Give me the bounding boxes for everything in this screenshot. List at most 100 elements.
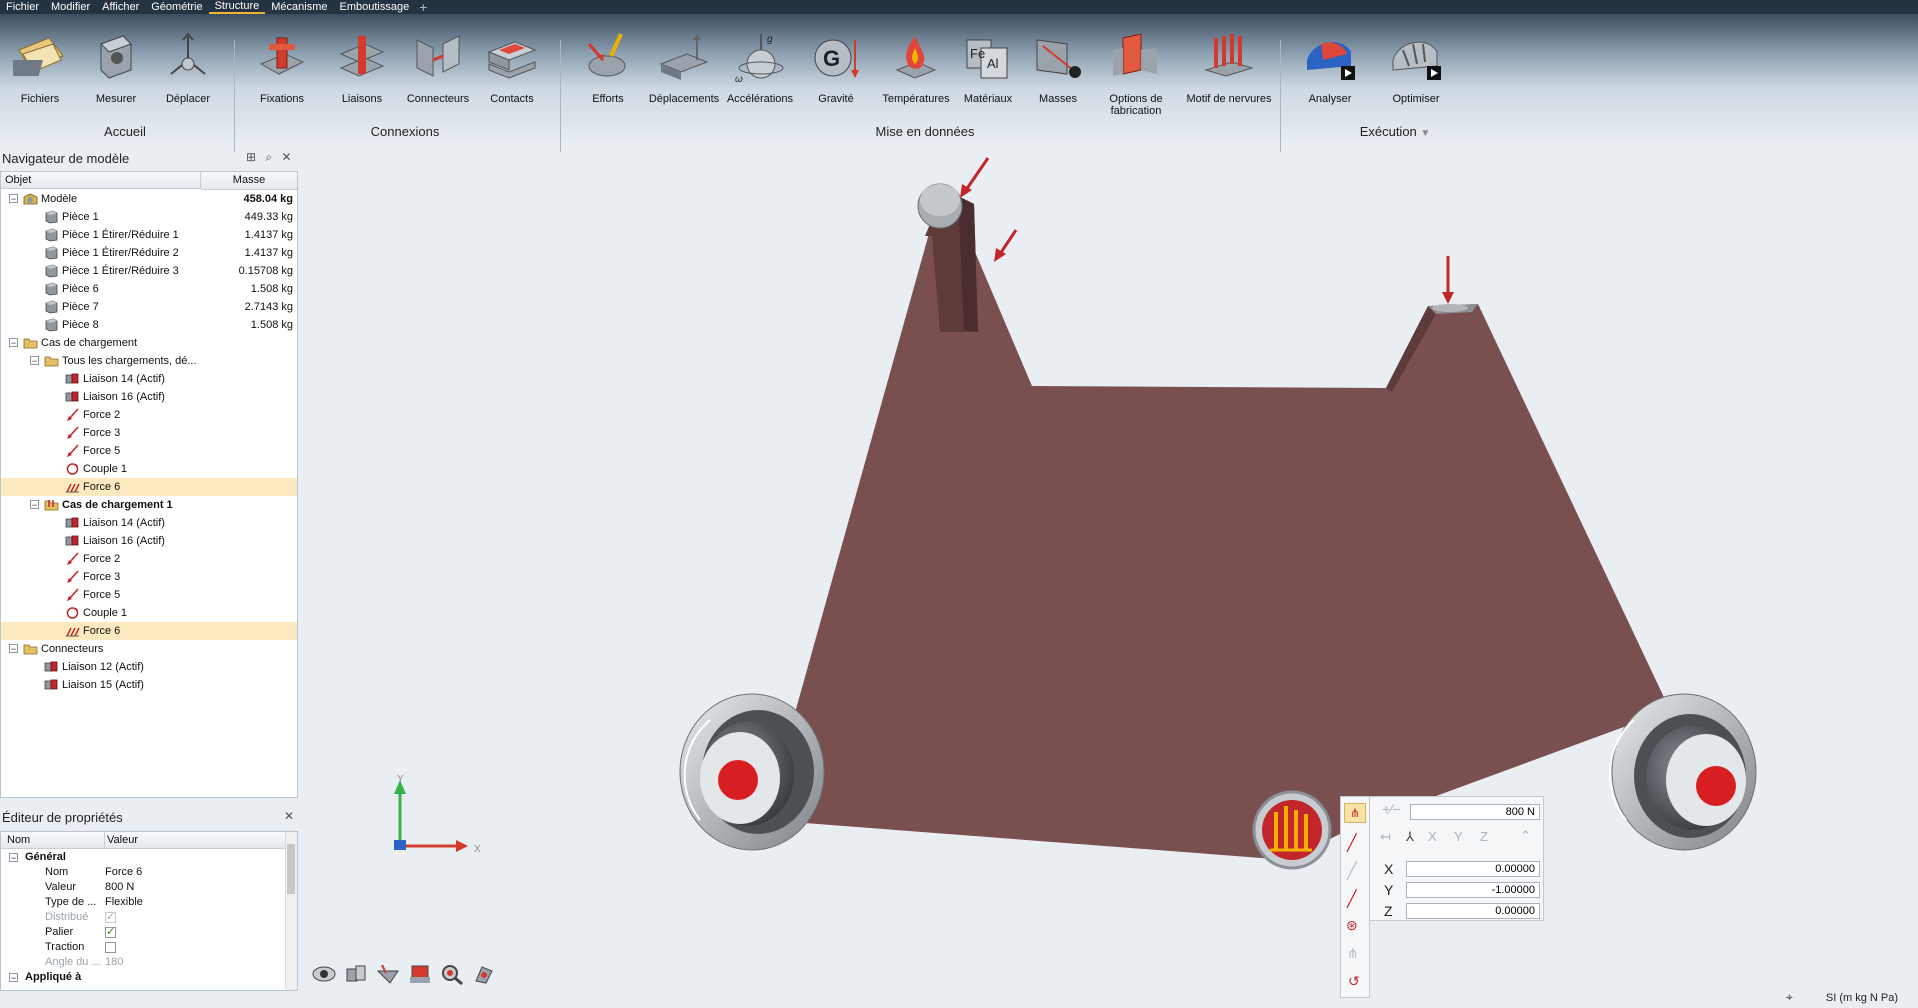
force-arrow[interactable] xyxy=(960,157,990,198)
collapse-icon[interactable]: − xyxy=(9,853,18,863)
joints-button[interactable]: Liaisons xyxy=(326,30,398,130)
tree-row[interactable]: Force 5 xyxy=(1,586,297,604)
tree-row[interactable]: Pièce 1 449.33 kg xyxy=(1,208,297,226)
analyze-button[interactable]: Analyser xyxy=(1294,30,1366,130)
pressure-icon[interactable]: ⋔ xyxy=(1347,945,1359,962)
menu-item[interactable]: Mécanisme xyxy=(265,1,333,13)
property-value[interactable]: Flexible xyxy=(105,895,143,910)
torque-icon[interactable]: ⊛ xyxy=(1346,917,1358,934)
tree-row[interactable]: Liaison 15 (Actif) xyxy=(1,676,297,694)
tree-row[interactable]: Force 3 xyxy=(1,424,297,442)
tree-row[interactable]: − Cas de chargement 1 xyxy=(1,496,297,514)
triad-icon[interactable]: ⅄ xyxy=(1406,829,1414,845)
masses-button[interactable]: Masses xyxy=(1022,30,1094,130)
property-scrollbar[interactable] xyxy=(285,832,297,990)
property-row[interactable]: Angle du ... 180 xyxy=(1,955,287,970)
plus-minus-icon[interactable]: +∕− xyxy=(1382,801,1401,817)
menu-item[interactable]: Emboutissage xyxy=(333,1,415,13)
tree-row[interactable]: Liaison 14 (Actif) xyxy=(1,514,297,532)
tree-row[interactable]: Pièce 1 Étirer/Réduire 2 1.4137 kg xyxy=(1,244,297,262)
tree-row[interactable]: Liaison 16 (Actif) xyxy=(1,388,297,406)
property-row[interactable]: Type de ... Flexible xyxy=(1,895,287,910)
materials-button[interactable]: Fe Al Matériaux xyxy=(952,30,1024,130)
parts-visibility-icon[interactable] xyxy=(344,963,368,985)
collapse-icon[interactable]: − xyxy=(9,194,18,204)
menu-item[interactable]: Structure xyxy=(208,0,266,14)
checkbox[interactable] xyxy=(105,941,116,953)
tree-row[interactable]: − Cas de chargement xyxy=(1,334,297,352)
force-arrow[interactable] xyxy=(1442,256,1454,304)
accelerations-button[interactable]: g ω Accélérations xyxy=(724,30,796,130)
menu-item[interactable]: Modifier xyxy=(45,1,96,13)
displacements-button[interactable]: Déplacements xyxy=(648,30,720,130)
fixations-button[interactable]: Fixations xyxy=(246,30,318,130)
optimize-button[interactable]: Optimiser xyxy=(1380,30,1452,130)
y-component-input[interactable] xyxy=(1406,882,1540,898)
tree-row[interactable]: Liaison 12 (Actif) xyxy=(1,658,297,676)
checkbox[interactable] xyxy=(105,910,116,925)
move-button[interactable]: Déplacer xyxy=(152,30,224,130)
section-applied[interactable]: − Appliqué à xyxy=(1,970,287,985)
rib-pattern-button[interactable]: Motif de nervures xyxy=(1186,30,1272,130)
force-icon[interactable]: ╱ xyxy=(1347,833,1357,853)
tree-row[interactable]: Couple 1 xyxy=(1,460,297,478)
force-disabled-icon[interactable]: ╱ xyxy=(1347,861,1357,881)
distributed-force-glyph[interactable] xyxy=(1252,790,1332,870)
temperatures-button[interactable]: Températures xyxy=(880,30,952,130)
property-value[interactable]: Force 6 xyxy=(105,865,142,880)
column-header-mass[interactable]: Masse xyxy=(201,172,297,190)
collapse-icon[interactable]: − xyxy=(9,338,18,348)
section-view-icon[interactable] xyxy=(408,963,432,985)
scrollbar-thumb[interactable] xyxy=(287,844,295,894)
tree-row[interactable]: − Tous les chargements, dé... xyxy=(1,352,297,370)
tree-row[interactable]: Pièce 1 Étirer/Réduire 1 1.4137 kg xyxy=(1,226,297,244)
viewport-3d[interactable]: Y X xyxy=(300,146,1918,1008)
tree-row[interactable]: Liaison 14 (Actif) xyxy=(1,370,297,388)
pin-icon[interactable]: ⊞ xyxy=(246,150,256,164)
left-support-wheel[interactable] xyxy=(679,693,825,851)
tree-row[interactable]: − Connecteurs xyxy=(1,640,297,658)
tree-row[interactable]: Pièce 6 1.508 kg xyxy=(1,280,297,298)
collapse-icon[interactable]: − xyxy=(9,644,18,654)
distributed-force-type-icon[interactable]: ⋔ xyxy=(1344,803,1366,823)
property-value[interactable]: 180 xyxy=(105,955,123,970)
property-row[interactable]: Valeur 800 N xyxy=(1,880,287,895)
column-header-value[interactable]: Valeur xyxy=(105,832,287,849)
frame-part[interactable] xyxy=(765,212,1670,860)
tree-row[interactable]: Force 2 xyxy=(1,550,297,568)
collapse-icon[interactable]: − xyxy=(30,356,39,366)
gravity-button[interactable]: G Gravité xyxy=(800,30,872,130)
property-row[interactable]: Traction xyxy=(1,940,287,955)
tree-row[interactable]: Pièce 7 2.7143 kg xyxy=(1,298,297,316)
close-icon[interactable]: ✕ xyxy=(281,150,291,164)
collapse-up-icon[interactable]: ⌃ xyxy=(1520,828,1531,844)
tree-row[interactable]: Force 5 xyxy=(1,442,297,460)
axis-z-button[interactable]: Z xyxy=(1480,829,1488,844)
view-orientation-icon[interactable] xyxy=(472,963,496,985)
loads-visibility-icon[interactable] xyxy=(376,963,400,985)
property-value[interactable]: 800 N xyxy=(105,880,134,895)
menu-item[interactable]: Fichier xyxy=(0,1,45,13)
axis-x-button[interactable]: X xyxy=(1428,829,1437,844)
units-selector[interactable]: SI (m kg N Pa) xyxy=(1826,992,1898,1004)
section-general[interactable]: − Général xyxy=(1,850,287,865)
contacts-button[interactable]: Contacts xyxy=(476,30,548,130)
x-component-input[interactable] xyxy=(1406,861,1540,877)
tree-row[interactable]: Force 6 xyxy=(1,478,297,496)
crosshair-icon[interactable]: ⌖ xyxy=(1786,990,1793,1005)
eye-icon[interactable] xyxy=(312,963,336,985)
force-direction-icon[interactable]: ╱ xyxy=(1347,889,1357,909)
tree-row[interactable]: Pièce 8 1.508 kg xyxy=(1,316,297,334)
files-button[interactable]: Fichiers xyxy=(4,30,76,130)
tree-row[interactable]: Liaison 16 (Actif) xyxy=(1,532,297,550)
collapse-icon[interactable]: − xyxy=(30,500,39,510)
menu-item[interactable]: Géométrie xyxy=(145,1,208,13)
search-icon[interactable]: ⌕ xyxy=(265,150,272,164)
force-magnitude-input[interactable] xyxy=(1410,804,1540,820)
property-row[interactable]: Palier xyxy=(1,925,287,940)
tree-row[interactable]: Force 6 xyxy=(1,622,297,640)
tree-row[interactable]: Force 3 xyxy=(1,568,297,586)
reset-icon[interactable]: ↺ xyxy=(1348,973,1360,990)
property-row[interactable]: Distribué xyxy=(1,910,287,925)
manufacturing-options-button[interactable]: Options de fabrication xyxy=(1100,30,1172,130)
